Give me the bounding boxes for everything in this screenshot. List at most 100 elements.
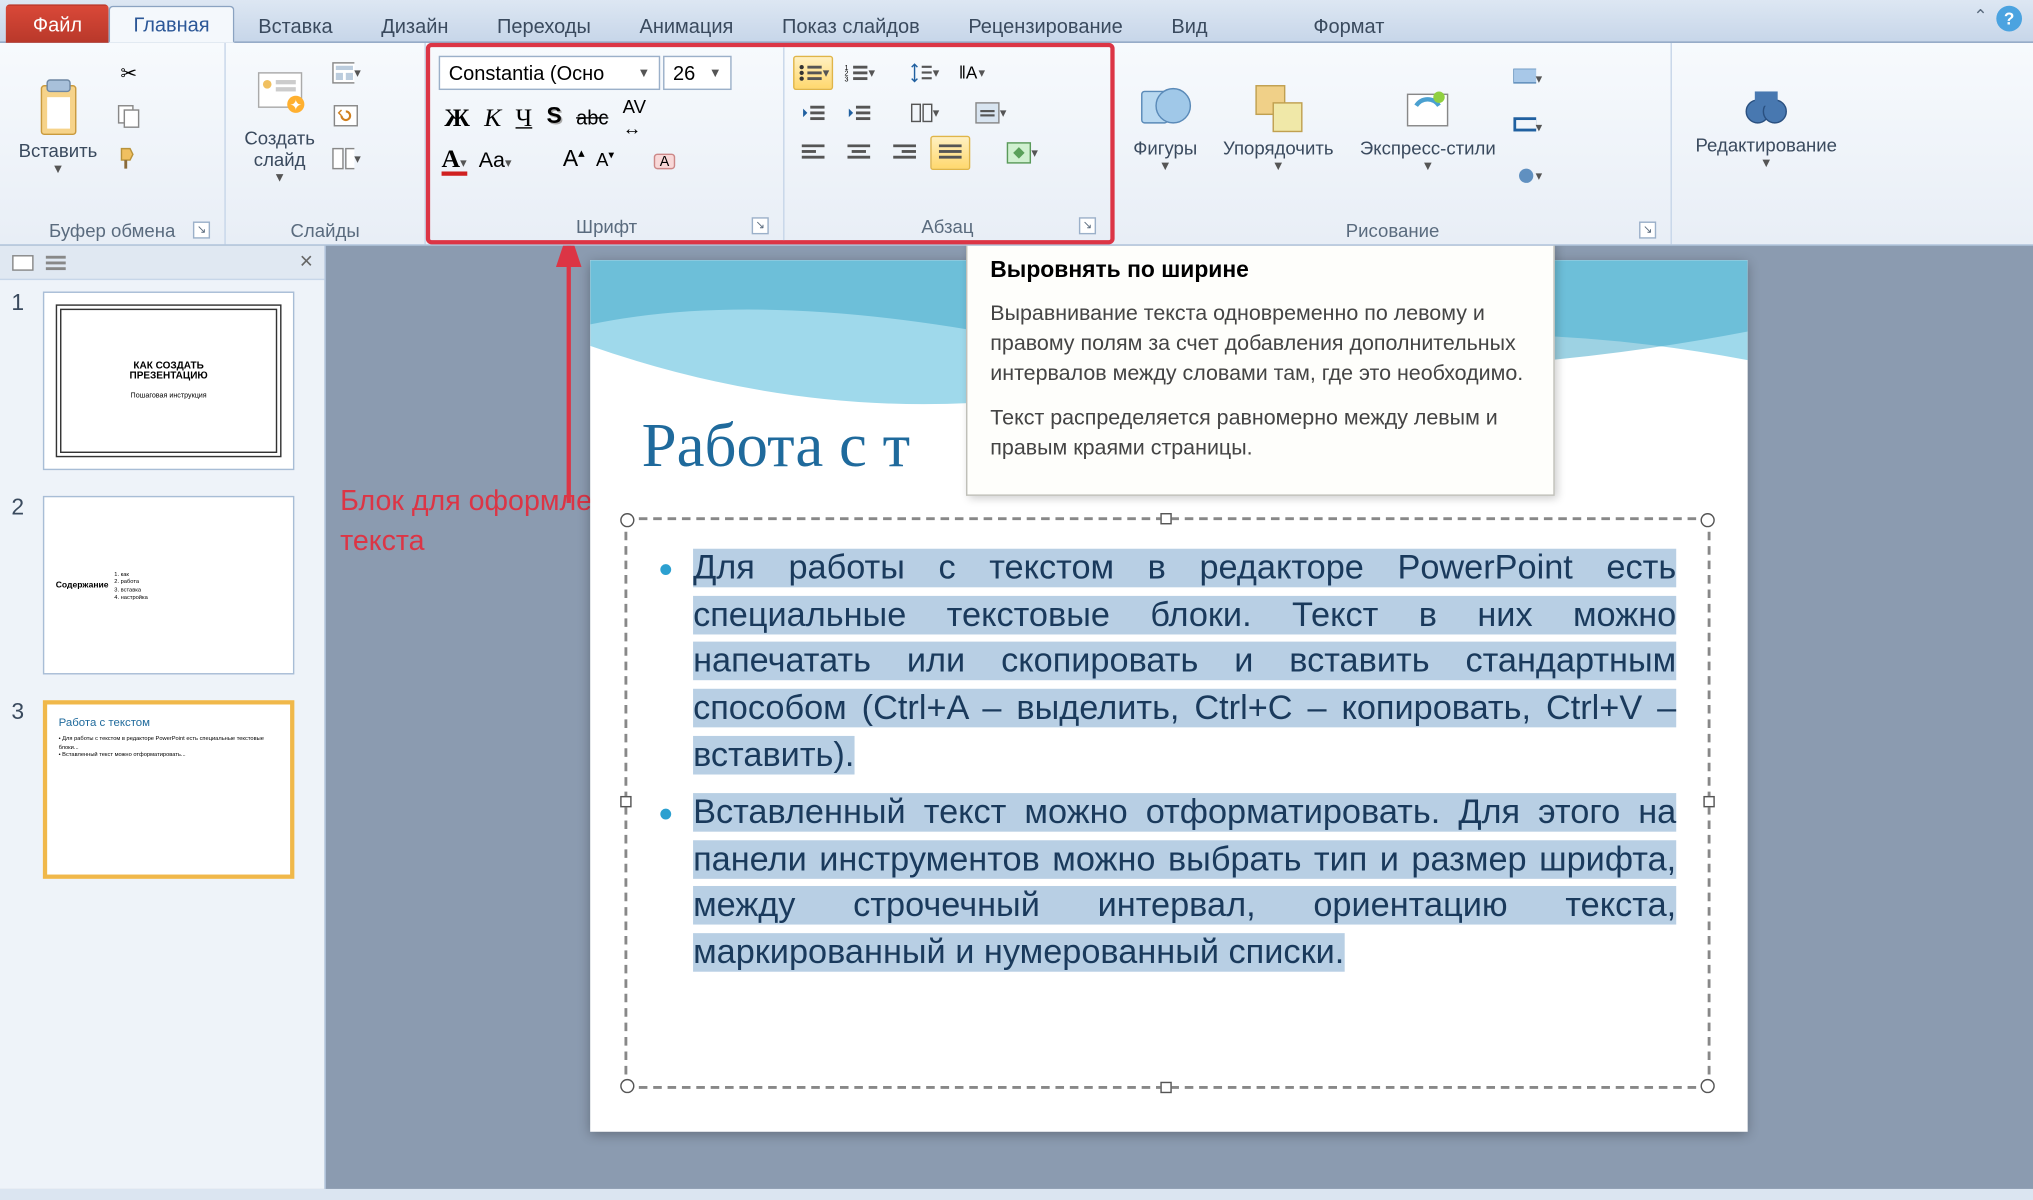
text-direction-button[interactable]: ‖A▾ <box>950 56 990 90</box>
arrange-button[interactable]: Упорядочить▼ <box>1213 49 1344 203</box>
line-spacing-button[interactable]: ▾ <box>905 56 945 90</box>
copy-button[interactable] <box>113 100 144 131</box>
font-group-label: Шрифт <box>576 216 637 237</box>
smartart-button[interactable]: ▾ <box>1002 136 1042 170</box>
font-dialog-launcher[interactable]: ↘ <box>752 217 769 234</box>
change-case-button[interactable]: Aa▾ <box>479 148 512 172</box>
chevron-down-icon: ▼ <box>273 170 286 184</box>
paragraph-dialog-launcher[interactable]: ↘ <box>1079 217 1096 234</box>
layout-icon <box>332 61 354 84</box>
tooltip-text-2: Текст распределяется равномерно между ле… <box>990 403 1530 463</box>
outline-view-icon[interactable] <box>46 254 69 271</box>
shape-fill-button[interactable]: ▾ <box>1512 63 1543 94</box>
clear-formatting-button[interactable]: A <box>651 146 680 175</box>
tab-home[interactable]: Главная <box>109 6 234 43</box>
drawing-group-label: Рисование <box>1346 220 1440 241</box>
font-color-button[interactable]: A▾ <box>442 144 468 175</box>
slides-group-label: Слайды <box>234 217 415 244</box>
tooltip-justify: Выровнять по ширине Выравнивание текста … <box>966 246 1555 496</box>
shape-outline-button[interactable]: ▾ <box>1512 111 1543 142</box>
minimize-ribbon-icon[interactable]: ⌃ <box>1973 6 1987 32</box>
ribbon: Вставить ▼ ✂ Буфер обмена ↘ ✦ Создать сла… <box>0 43 2033 246</box>
decrease-indent-button[interactable] <box>793 96 833 130</box>
slide-body-text[interactable]: Для работы с текстом в редакторе PowerPo… <box>627 520 1707 1014</box>
chevron-down-icon: ▼ <box>637 66 650 80</box>
tab-file[interactable]: Файл <box>6 4 109 43</box>
svg-text:A: A <box>659 154 669 170</box>
numbering-icon: 123 <box>843 63 869 83</box>
tooltip-title: Выровнять по ширине <box>990 259 1530 285</box>
tab-view[interactable]: Вид <box>1147 7 1232 43</box>
slide-title: Работа с т <box>642 409 910 482</box>
shrink-font-button[interactable]: A▾ <box>596 149 614 171</box>
svg-text:‖A: ‖A <box>958 63 977 83</box>
new-slide-label: Создать слайд <box>244 127 315 170</box>
layout-button[interactable]: ▾ <box>331 57 362 88</box>
chevron-down-icon: ▼ <box>52 161 65 175</box>
strikethrough-button[interactable]: abc <box>576 106 608 129</box>
shadow-button[interactable]: S <box>547 104 562 130</box>
slides-view-icon[interactable] <box>11 254 34 271</box>
thumbnail-1[interactable]: 1 КАК СОЗДАТЬПРЕЗЕНТАЦИЮПошаговая инстру… <box>11 292 313 471</box>
shape-effects-button[interactable]: ▾ <box>1512 160 1543 191</box>
underline-button[interactable]: Ч <box>516 102 533 132</box>
cut-button[interactable]: ✂ <box>113 57 144 88</box>
line-spacing-icon <box>910 61 933 84</box>
thumbnail-3[interactable]: 3 Работа с текстом• Для работы с текстом… <box>11 700 313 879</box>
align-right-button[interactable] <box>885 136 925 170</box>
align-text-button[interactable]: ▾ <box>970 96 1010 130</box>
font-size-combo[interactable]: 26▼ <box>663 56 732 90</box>
tab-design[interactable]: Дизайн <box>357 7 473 43</box>
increase-indent-button[interactable] <box>839 96 879 130</box>
scissors-icon: ✂ <box>120 61 137 85</box>
tab-transitions[interactable]: Переходы <box>473 7 615 43</box>
clipboard-dialog-launcher[interactable]: ↘ <box>193 221 210 238</box>
tab-format[interactable]: Формат <box>1289 7 1409 43</box>
tab-review[interactable]: Рецензирование <box>944 7 1147 43</box>
tab-slideshow[interactable]: Показ слайдов <box>758 7 944 43</box>
tooltip-text-1: Выравнивание текста одновременно по лево… <box>990 299 1530 389</box>
binoculars-icon <box>1743 82 1789 133</box>
copy-icon <box>116 103 142 129</box>
grow-font-button[interactable]: A▴ <box>563 146 585 174</box>
smartart-icon <box>1006 141 1032 164</box>
tab-insert[interactable]: Вставка <box>234 7 357 43</box>
outdent-icon <box>800 103 826 123</box>
new-slide-icon: ✦ <box>253 67 307 127</box>
numbering-button[interactable]: 123▾ <box>839 56 879 90</box>
char-spacing-button[interactable]: AV↔ <box>623 96 646 139</box>
columns-icon <box>910 103 933 123</box>
shapes-button[interactable]: Фигуры▼ <box>1123 49 1207 203</box>
clipboard-group-label: Буфер обмена <box>49 220 175 241</box>
italic-button[interactable]: К <box>484 102 501 132</box>
quick-styles-button[interactable]: Экспресс-стили▼ <box>1349 49 1506 203</box>
quickstyles-icon <box>1399 79 1456 136</box>
editing-button[interactable]: Редактирование▼ <box>1685 49 1847 203</box>
reset-icon <box>334 104 360 127</box>
align-center-button[interactable] <box>839 136 879 170</box>
text-placeholder[interactable]: Для работы с текстом в редакторе PowerPo… <box>624 517 1710 1089</box>
shapes-icon <box>1137 79 1194 136</box>
tab-animation[interactable]: Анимация <box>615 7 758 43</box>
font-name-combo[interactable]: Constantia (Осно▼ <box>439 56 660 90</box>
justify-button[interactable] <box>930 136 970 170</box>
drawing-dialog-launcher[interactable]: ↘ <box>1639 221 1656 238</box>
chevron-down-icon: ▼ <box>709 66 722 80</box>
annotation-arrow <box>526 246 612 518</box>
indent-icon <box>846 103 872 123</box>
align-right-icon <box>893 144 916 161</box>
bullets-button[interactable]: ▾ <box>793 56 833 90</box>
format-painter-button[interactable] <box>113 143 144 174</box>
reset-button[interactable] <box>331 100 362 131</box>
close-panel-icon[interactable]: × <box>300 249 313 275</box>
align-left-icon <box>802 144 825 161</box>
thumbnail-2[interactable]: 2 Содержание1. как2. работа3. вставка4. … <box>11 496 313 675</box>
help-icon[interactable]: ? <box>1996 6 2022 32</box>
paste-button[interactable]: Вставить ▼ <box>9 49 108 203</box>
bold-button[interactable]: Ж <box>444 102 469 132</box>
new-slide-button[interactable]: ✦ Создать слайд ▼ <box>234 49 325 203</box>
align-left-button[interactable] <box>793 136 833 170</box>
thumbnail-panel: × 1 КАК СОЗДАТЬПРЕЗЕНТАЦИЮПошаговая инст… <box>0 246 326 1189</box>
section-button[interactable]: ▾ <box>331 143 362 174</box>
columns-button[interactable]: ▾ <box>905 96 945 130</box>
